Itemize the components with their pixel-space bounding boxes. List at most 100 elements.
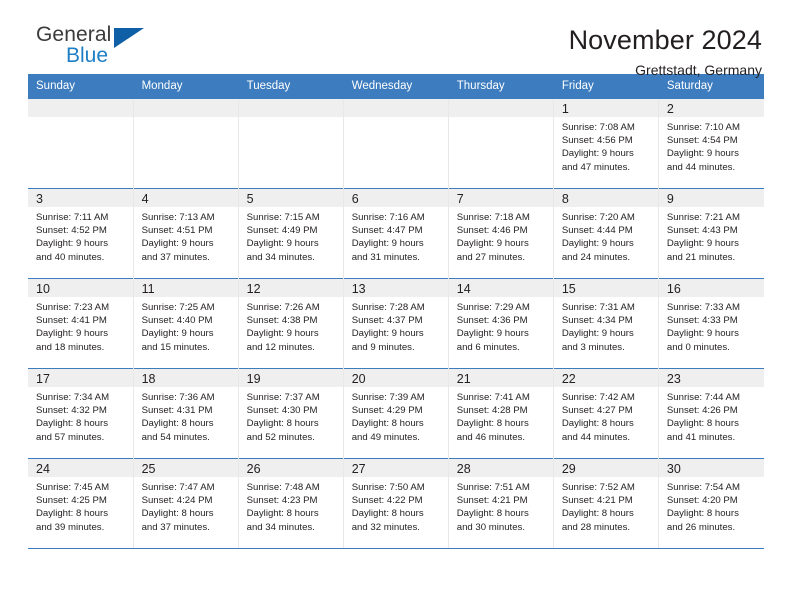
day-number: 13 (343, 279, 448, 297)
day-number: 14 (448, 279, 553, 297)
day-details: Sunrise: 7:39 AM Sunset: 4:29 PM Daylight:… (344, 387, 448, 444)
daylight-text-line2: and 49 minutes. (351, 431, 420, 443)
day-details: Sunrise: 7:54 AM Sunset: 4:20 PM Daylight:… (659, 477, 764, 534)
day-details: Sunrise: 7:33 AM Sunset: 4:33 PM Daylight:… (659, 297, 764, 354)
calendar-day-cell[interactable]: 8 Sunrise: 7:20 AM Sunset: 4:44 PM Daylight… (553, 188, 659, 279)
calendar-day-cell[interactable]: 16 Sunrise: 7:33 AM Sunset: 4:33 PM Dayligh… (658, 278, 764, 369)
sunset-text: Sunset: 4:43 PM (666, 225, 738, 237)
calendar-day-cell[interactable]: 20 Sunrise: 7:39 AM Sunset: 4:29 PM Dayligh… (343, 368, 449, 459)
sunrise-text: Sunrise: 7:11 AM (36, 212, 109, 223)
daylight-text-line2: and 27 minutes. (456, 251, 526, 263)
sunrise-text: Sunrise: 7:52 AM (561, 482, 635, 493)
sunrise-text: Sunrise: 7:39 AM (351, 392, 425, 403)
day-number (448, 99, 553, 117)
calendar-day-cell[interactable]: 28 Sunrise: 7:51 AM Sunset: 4:21 PM Dayligh… (448, 458, 554, 549)
day-number: 3 (28, 189, 133, 207)
calendar-day-cell[interactable]: 29 Sunrise: 7:52 AM Sunset: 4:21 PM Dayligh… (553, 458, 659, 549)
sunrise-text: Sunrise: 7:10 AM (666, 122, 740, 133)
sunset-text: Sunset: 4:22 PM (351, 495, 423, 507)
calendar-day-cell[interactable]: 5 Sunrise: 7:15 AM Sunset: 4:49 PM Daylight… (238, 188, 344, 279)
daylight-text-line2: and 34 minutes. (246, 251, 315, 263)
day-details: Sunrise: 7:44 AM Sunset: 4:26 PM Daylight:… (659, 387, 764, 444)
day-number: 21 (448, 369, 553, 387)
calendar-day-cell[interactable]: 2 Sunrise: 7:10 AM Sunset: 4:54 PM Daylight… (658, 98, 764, 189)
daylight-text-line2: and 41 minutes. (666, 431, 736, 443)
calendar-day-cell[interactable]: 26 Sunrise: 7:48 AM Sunset: 4:23 PM Dayligh… (238, 458, 344, 549)
sunrise-text: Sunrise: 7:45 AM (36, 482, 110, 493)
generalblue-logo[interactable]: General Blue (28, 24, 166, 66)
daylight-text-line2: and 46 minutes. (456, 431, 526, 443)
calendar-day-cell[interactable]: 25 Sunrise: 7:47 AM Sunset: 4:24 PM Dayligh… (133, 458, 239, 549)
sunrise-text: Sunrise: 7:50 AM (351, 482, 425, 493)
sunset-text: Sunset: 4:36 PM (456, 315, 528, 327)
day-details: Sunrise: 7:16 AM Sunset: 4:47 PM Daylight:… (344, 207, 448, 264)
sunset-text: Sunset: 4:51 PM (141, 225, 213, 237)
daylight-text-line2: and 34 minutes. (246, 521, 315, 533)
daylight-text-line1: Daylight: 9 hours (666, 238, 739, 250)
calendar-day-cell[interactable]: 12 Sunrise: 7:26 AM Sunset: 4:38 PM Dayligh… (238, 278, 344, 369)
day-number: 4 (133, 189, 238, 207)
calendar-day-cell[interactable]: 30 Sunrise: 7:54 AM Sunset: 4:20 PM Dayligh… (658, 458, 764, 549)
sunset-text: Sunset: 4:49 PM (246, 225, 318, 237)
calendar-day-cell[interactable]: 22 Sunrise: 7:42 AM Sunset: 4:27 PM Dayligh… (553, 368, 659, 459)
daylight-text-line1: Daylight: 8 hours (561, 508, 634, 520)
day-number: 23 (658, 369, 764, 387)
day-details: Sunrise: 7:28 AM Sunset: 4:37 PM Daylight:… (344, 297, 448, 354)
calendar-day-cell[interactable]: 24 Sunrise: 7:45 AM Sunset: 4:25 PM Dayligh… (28, 458, 134, 549)
daylight-text-line2: and 57 minutes. (36, 431, 105, 443)
weekday-header-wednesday: Wednesday (343, 74, 449, 99)
calendar-day-cell[interactable]: 27 Sunrise: 7:50 AM Sunset: 4:22 PM Dayligh… (343, 458, 449, 549)
sunset-text: Sunset: 4:46 PM (456, 225, 528, 237)
day-number: 18 (133, 369, 238, 387)
day-number: 16 (658, 279, 764, 297)
sunset-text: Sunset: 4:44 PM (561, 225, 633, 237)
day-number: 2 (658, 99, 764, 117)
day-number: 6 (343, 189, 448, 207)
day-number: 27 (343, 459, 448, 477)
day-details: Sunrise: 7:23 AM Sunset: 4:41 PM Daylight:… (28, 297, 133, 354)
day-number (28, 99, 133, 117)
calendar-day-cell[interactable]: 18 Sunrise: 7:36 AM Sunset: 4:31 PM Dayligh… (133, 368, 239, 459)
calendar-day-cell[interactable]: 11 Sunrise: 7:25 AM Sunset: 4:40 PM Dayligh… (133, 278, 239, 369)
calendar-day-cell[interactable]: 4 Sunrise: 7:13 AM Sunset: 4:51 PM Daylight… (133, 188, 239, 279)
calendar-day-cell-empty (448, 98, 554, 189)
daylight-text-line2: and 39 minutes. (36, 521, 105, 533)
daylight-text-line1: Daylight: 8 hours (246, 418, 319, 430)
weekday-header-monday: Monday (133, 74, 239, 99)
daylight-text-line2: and 44 minutes. (666, 161, 736, 173)
day-number: 11 (133, 279, 238, 297)
weekday-header-thursday: Thursday (448, 74, 554, 99)
daylight-text-line2: and 47 minutes. (561, 161, 631, 173)
calendar-day-cell[interactable]: 10 Sunrise: 7:23 AM Sunset: 4:41 PM Dayligh… (28, 278, 134, 369)
daylight-text-line2: and 54 minutes. (141, 431, 210, 443)
daylight-text-line1: Daylight: 8 hours (141, 418, 214, 430)
calendar-day-cell[interactable]: 9 Sunrise: 7:21 AM Sunset: 4:43 PM Daylight… (658, 188, 764, 279)
sunset-text: Sunset: 4:25 PM (36, 495, 107, 507)
daylight-text-line2: and 12 minutes. (246, 341, 315, 353)
day-details: Sunrise: 7:21 AM Sunset: 4:43 PM Daylight:… (659, 207, 764, 264)
day-number (133, 99, 238, 117)
calendar-day-cell-empty (133, 98, 239, 189)
calendar-day-cell[interactable]: 6 Sunrise: 7:16 AM Sunset: 4:47 PM Daylight… (343, 188, 449, 279)
page-title: November 2024 (568, 25, 762, 55)
calendar-day-cell[interactable]: 19 Sunrise: 7:37 AM Sunset: 4:30 PM Dayligh… (238, 368, 344, 459)
sunset-text: Sunset: 4:38 PM (246, 315, 318, 327)
calendar-day-cell[interactable]: 7 Sunrise: 7:18 AM Sunset: 4:46 PM Daylight… (448, 188, 554, 279)
calendar-day-cell[interactable]: 17 Sunrise: 7:34 AM Sunset: 4:32 PM Dayligh… (28, 368, 134, 459)
calendar-day-cell[interactable]: 15 Sunrise: 7:31 AM Sunset: 4:34 PM Dayligh… (553, 278, 659, 369)
day-details: Sunrise: 7:34 AM Sunset: 4:32 PM Daylight:… (28, 387, 133, 444)
day-details: Sunrise: 7:11 AM Sunset: 4:52 PM Daylight:… (28, 207, 133, 264)
daylight-text-line1: Daylight: 9 hours (246, 328, 319, 340)
calendar-day-cell[interactable]: 1 Sunrise: 7:08 AM Sunset: 4:56 PM Daylight… (553, 98, 659, 189)
calendar-day-cell[interactable]: 14 Sunrise: 7:29 AM Sunset: 4:36 PM Dayligh… (448, 278, 554, 369)
sunrise-text: Sunrise: 7:16 AM (351, 212, 425, 223)
calendar-day-cell[interactable]: 3 Sunrise: 7:11 AM Sunset: 4:52 PM Daylight… (28, 188, 134, 279)
calendar-day-cell[interactable]: 23 Sunrise: 7:44 AM Sunset: 4:26 PM Dayligh… (658, 368, 764, 459)
daylight-text-line1: Daylight: 9 hours (36, 238, 108, 250)
calendar-page: General Blue November 2024 Grettstadt, G… (0, 0, 792, 612)
calendar-day-cell[interactable]: 21 Sunrise: 7:41 AM Sunset: 4:28 PM Dayligh… (448, 368, 554, 459)
sunrise-text: Sunrise: 7:25 AM (141, 302, 215, 313)
day-details: Sunrise: 7:08 AM Sunset: 4:56 PM Daylight:… (554, 117, 658, 174)
sunrise-text: Sunrise: 7:37 AM (246, 392, 320, 403)
calendar-day-cell[interactable]: 13 Sunrise: 7:28 AM Sunset: 4:37 PM Dayligh… (343, 278, 449, 369)
